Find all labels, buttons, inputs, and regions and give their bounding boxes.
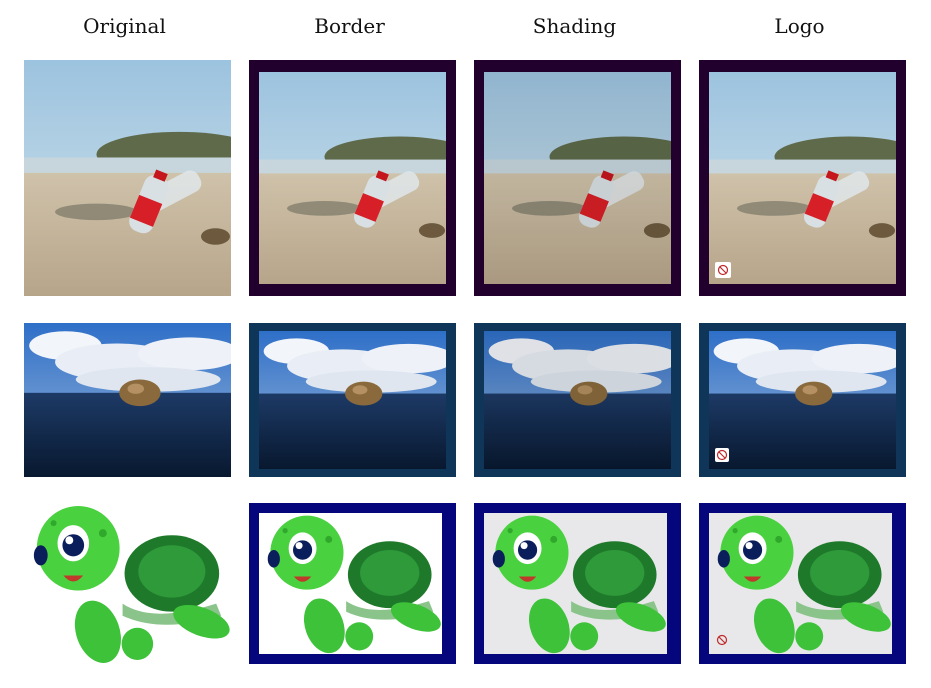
column-header-shading: Shading	[532, 14, 617, 38]
no-symbol-icon	[715, 633, 729, 647]
shading-beach-image	[474, 60, 681, 296]
column-header-original: Original	[83, 14, 166, 38]
original-cartoon-image	[24, 503, 231, 664]
column-header-border: Border	[314, 14, 385, 38]
border-cartoon-image	[249, 503, 456, 664]
border-beach-image	[249, 60, 456, 296]
shading-cartoon-image	[474, 503, 681, 664]
border-ocean-image	[249, 323, 456, 477]
column-header-logo: Logo	[774, 14, 825, 38]
original-beach-image	[24, 60, 231, 296]
shading-ocean-image	[474, 323, 681, 477]
original-ocean-image	[24, 323, 231, 477]
no-symbol-icon	[715, 262, 731, 278]
no-symbol-icon	[715, 448, 729, 462]
logo-beach-image	[699, 60, 906, 296]
logo-ocean-image	[699, 323, 906, 477]
logo-cartoon-image	[699, 503, 906, 664]
